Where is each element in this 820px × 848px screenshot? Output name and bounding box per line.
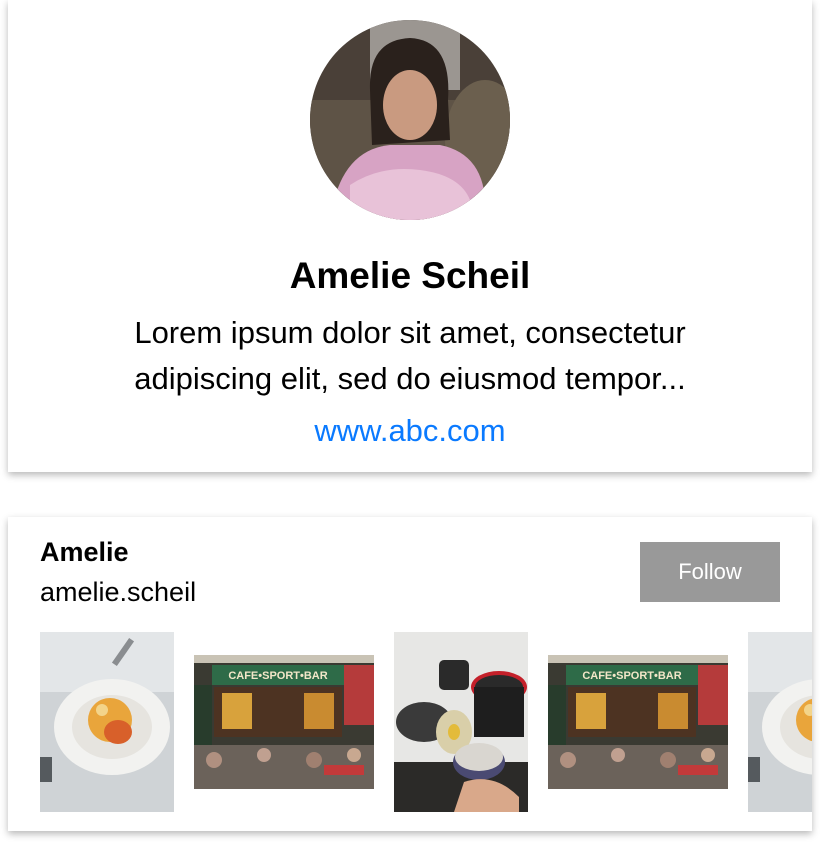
photo-thumbnail[interactable]: [748, 632, 812, 812]
dessert-plate-icon: [748, 632, 812, 812]
camera-gear-icon: [394, 632, 528, 812]
username: amelie.scheil: [40, 577, 197, 607]
photo-thumbnail[interactable]: CAFE•SPORT•BAR: [194, 655, 374, 789]
dessert-plate-icon: [40, 632, 174, 812]
storefront-sign: CAFE•SPORT•BAR: [228, 670, 327, 682]
photo-thumbnail[interactable]: CAFE•SPORT•BAR: [548, 655, 728, 789]
feed-card: Amelie amelie.scheil Follow CAFE•SPORT•B…: [8, 517, 812, 831]
storefront-sign: CAFE•SPORT•BAR: [582, 670, 681, 682]
website-link[interactable]: www.abc.com: [8, 410, 812, 452]
profile-bio: Lorem ipsum dolor sit amet, consectetur …: [134, 315, 686, 396]
follow-button[interactable]: Follow: [640, 542, 780, 602]
cafe-storefront-icon: CAFE•SPORT•BAR: [548, 655, 728, 789]
photo-thumbnail[interactable]: [394, 632, 528, 812]
profile-photo-icon: [310, 20, 510, 220]
profile-name: Amelie Scheil: [289, 255, 531, 296]
profile-card: Amelie Scheil Lorem ipsum dolor sit amet…: [8, 0, 812, 472]
avatar[interactable]: [310, 20, 510, 220]
display-name: Amelie: [40, 537, 129, 567]
photo-thumbnail[interactable]: [40, 632, 174, 812]
cafe-storefront-icon: CAFE•SPORT•BAR: [194, 655, 374, 789]
